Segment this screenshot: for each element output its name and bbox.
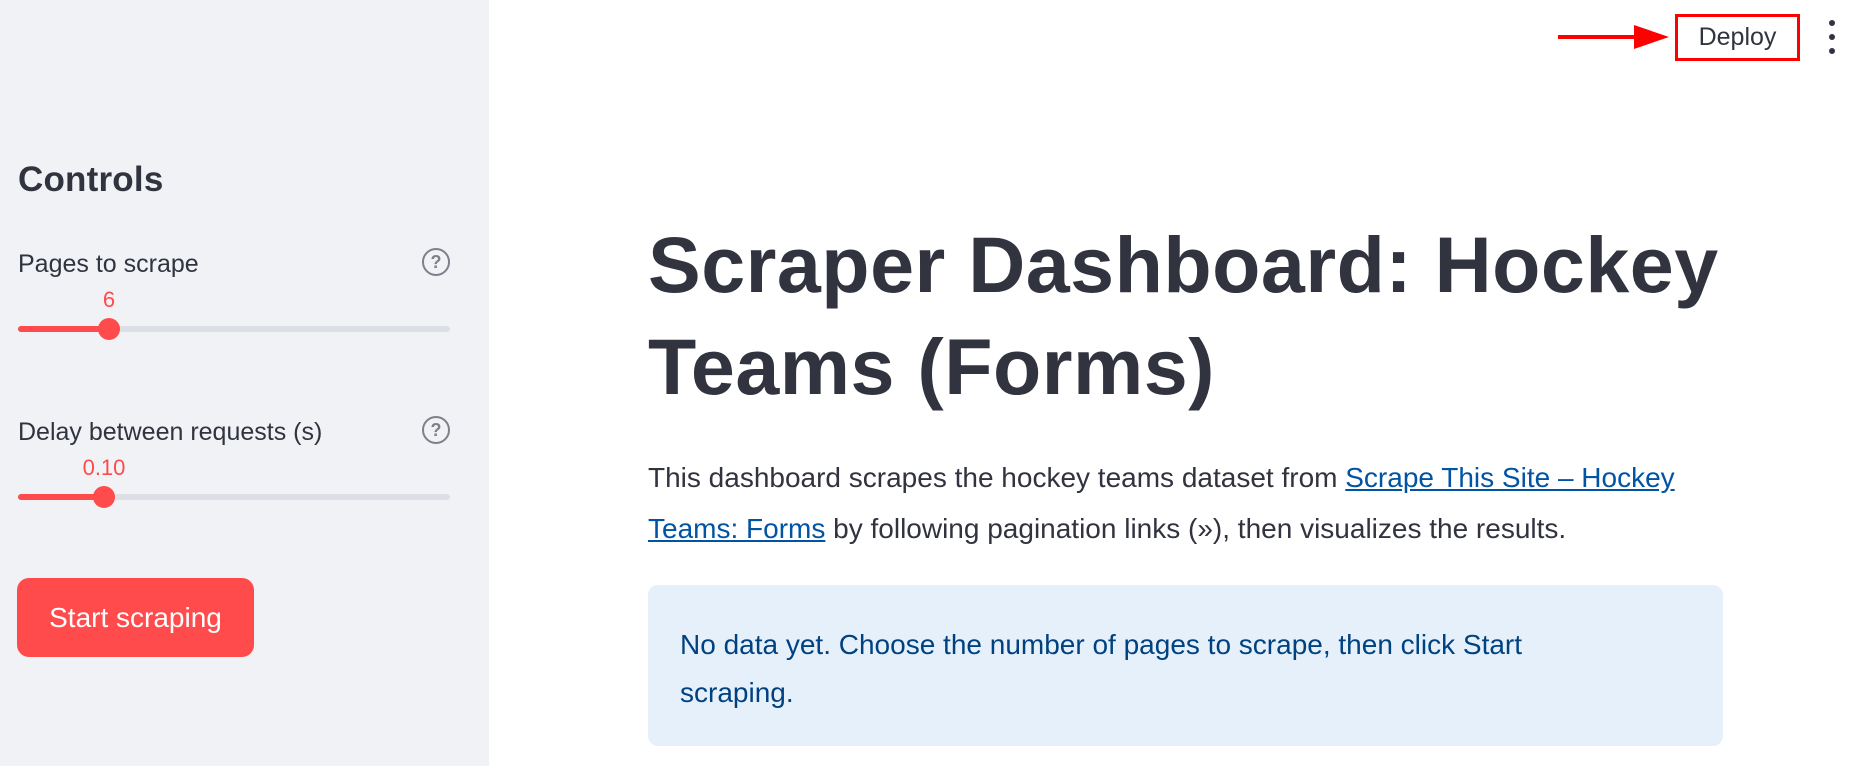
start-scraping-button[interactable]: Start scraping bbox=[17, 578, 254, 657]
sidebar: Controls Pages to scrape ? 6 Delay betwe… bbox=[0, 0, 489, 766]
delay-fill bbox=[18, 494, 104, 500]
pages-to-scrape-value: 6 bbox=[102, 287, 116, 312]
pages-to-scrape-fill bbox=[18, 326, 109, 332]
sidebar-title: Controls bbox=[18, 160, 164, 199]
delay-track[interactable] bbox=[18, 486, 450, 508]
delay-value: 0.10 bbox=[82, 455, 126, 480]
info-message: No data yet. Choose the number of pages … bbox=[680, 629, 1523, 708]
intro-text-before: This dashboard scrapes the hockey teams … bbox=[648, 462, 1346, 493]
intro-text-after: by following pagination links (»), then … bbox=[825, 513, 1567, 544]
pages-to-scrape-thumb[interactable] bbox=[98, 318, 120, 340]
vertical-ellipsis-icon[interactable] bbox=[1822, 20, 1842, 54]
info-alert: No data yet. Choose the number of pages … bbox=[648, 585, 1723, 746]
delay-label: Delay between requests (s) bbox=[18, 418, 323, 446]
red-arrow-icon bbox=[1558, 25, 1669, 49]
page-title: Scraper Dashboard: Hockey Teams (Forms) bbox=[648, 220, 1719, 411]
deploy-button[interactable]: Deploy bbox=[1675, 14, 1800, 61]
pages-to-scrape-label: Pages to scrape bbox=[18, 250, 199, 278]
question-circle-icon[interactable]: ? bbox=[422, 416, 450, 444]
delay-thumb[interactable] bbox=[93, 486, 115, 508]
question-circle-icon[interactable]: ? bbox=[422, 248, 450, 276]
intro-paragraph: This dashboard scrapes the hockey teams … bbox=[648, 452, 1733, 554]
pages-to-scrape-track[interactable] bbox=[18, 318, 450, 340]
